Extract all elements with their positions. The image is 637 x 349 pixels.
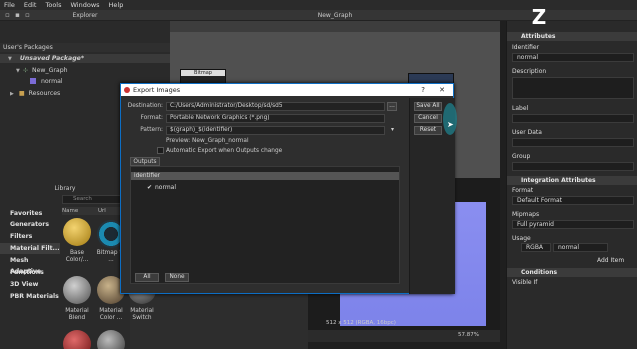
lib-cat-favorites[interactable]: Favorites: [0, 208, 60, 219]
usage-label: Usage: [512, 235, 531, 242]
resolution-text: 512 x 512 (RGBA, 16bpc): [326, 320, 396, 326]
help-button[interactable]: ?: [421, 84, 425, 96]
identifier-field[interactable]: normal: [512, 53, 634, 62]
format-select[interactable]: Default Format: [512, 196, 634, 205]
description-field[interactable]: [512, 77, 634, 99]
group-field[interactable]: [512, 162, 634, 171]
pattern-input[interactable]: $(graph)_$(identifier): [166, 126, 385, 135]
cursor-highlight: [443, 103, 457, 135]
destination-label: Destination:: [127, 103, 163, 109]
format-label: Format:: [140, 115, 163, 121]
lib-cat-pbr-materials[interactable]: PBR Materials: [0, 291, 60, 302]
output-icon: [30, 78, 36, 84]
browse-button[interactable]: …: [387, 102, 397, 111]
auto-export-label: Automatic Export when Outputs change: [166, 148, 283, 154]
outputs-list: identifier ✔ normal All None: [130, 166, 400, 284]
select-none-button[interactable]: None: [165, 273, 189, 282]
usage-type-select[interactable]: normal: [553, 243, 608, 252]
destination-input[interactable]: C:/Users/Administrator/Desktop/sd/sd5: [166, 102, 385, 111]
user-data-label: User Data: [512, 129, 542, 136]
graph-icon: ⊹: [22, 67, 29, 74]
expand-icon[interactable]: ▼: [16, 68, 20, 74]
lib-cat-mesh-adaptive[interactable]: Mesh Adaptive: [0, 255, 60, 275]
material-color-label: Material Color ...: [99, 308, 123, 321]
group-label: Group: [512, 153, 531, 160]
app-icon: [124, 87, 130, 93]
package-row[interactable]: ▼ Unsaved Package*: [0, 54, 170, 63]
folder-icon: ■: [18, 90, 25, 97]
outputs-column-header[interactable]: identifier: [131, 172, 399, 180]
label-field[interactable]: [512, 114, 634, 123]
menu-edit[interactable]: Edit: [24, 1, 37, 9]
close-icon[interactable]: ✕: [439, 84, 445, 96]
attributes-header[interactable]: Attributes: [507, 32, 637, 41]
pattern-label: Pattern:: [140, 127, 163, 133]
graph-toolbar: [170, 21, 500, 32]
visible-if-label: Visible If: [512, 279, 538, 286]
save-all-button[interactable]: Save All: [414, 102, 442, 111]
mipmaps-select[interactable]: Full pyramid: [512, 220, 634, 229]
conditions-header[interactable]: Conditions: [507, 268, 637, 277]
material-red-thumb[interactable]: [63, 330, 91, 349]
graph-row[interactable]: ▼ ⊹ New_Graph: [0, 66, 170, 75]
mipmaps-label: Mipmaps: [512, 211, 540, 218]
library-search-input[interactable]: Search: [62, 195, 128, 204]
2d-view-statusbar: 512 x 512 (RGBA, 16bpc) 57.87%: [308, 320, 500, 342]
attributes-panel: Attributes Identifier normal Description…: [506, 21, 637, 349]
watermark-logo: Z: [531, 5, 547, 29]
add-item-button[interactable]: Add Item: [597, 257, 624, 264]
preview-text: Preview: New_Graph_normal: [166, 138, 249, 144]
packages-header: User's Packages: [0, 43, 170, 52]
description-label: Description: [512, 68, 547, 75]
menu-tools[interactable]: Tools: [45, 1, 61, 9]
output-checkbox-checked[interactable]: ✔: [147, 184, 152, 191]
lib-cat-material-filters[interactable]: Material Filt...: [0, 243, 60, 254]
auto-export-checkbox[interactable]: [157, 147, 164, 154]
base-color-label: Base Color/...: [65, 250, 89, 263]
lib-cat-3d-view[interactable]: 3D View: [0, 279, 60, 290]
menu-help[interactable]: Help: [109, 1, 124, 9]
lib-cat-functions[interactable]: Functions: [0, 267, 60, 278]
explorer-title: Explorer: [72, 12, 98, 19]
dialog-titlebar: Export Images ? ✕: [121, 84, 453, 96]
cancel-button[interactable]: Cancel: [414, 114, 442, 123]
zoom-text[interactable]: 57.87%: [458, 332, 479, 338]
export-images-dialog: Export Images ? ✕ Destination: C:/Users/…: [120, 83, 457, 294]
label-label: Label: [512, 105, 529, 112]
format-label: Format: [512, 187, 534, 194]
lib-cat-filters[interactable]: Filters: [0, 231, 60, 242]
library-panel: Library Search Name Url Favorites Genera…: [0, 178, 130, 349]
usage-channel-select[interactable]: RGBA: [521, 243, 551, 252]
material-blend-label: Material Blend: [65, 308, 89, 321]
integration-header[interactable]: Integration Attributes: [507, 176, 637, 185]
identifier-label: Identifier: [512, 44, 540, 51]
material-switch-label: Material Switch: [130, 308, 154, 321]
collapse-icon[interactable]: ▶: [10, 91, 14, 97]
graph-tab[interactable]: New_Graph: [170, 10, 500, 21]
expand-icon[interactable]: ▼: [8, 56, 12, 62]
library-title: Library: [54, 185, 76, 192]
lib-cat-generators[interactable]: Generators: [0, 219, 60, 230]
material-gray-thumb[interactable]: [97, 330, 125, 349]
mouse-cursor-icon: ➤: [447, 120, 454, 129]
select-all-button[interactable]: All: [135, 273, 159, 282]
menu-file[interactable]: File: [4, 1, 15, 9]
outputs-tab[interactable]: Outputs: [130, 157, 160, 166]
material-blend-thumb[interactable]: [63, 276, 91, 304]
output-item-label: normal: [155, 184, 177, 191]
base-color-thumb[interactable]: [63, 218, 91, 246]
user-data-field[interactable]: [512, 138, 634, 147]
menu-windows[interactable]: Windows: [71, 1, 100, 9]
reset-button[interactable]: Reset: [414, 126, 442, 135]
format-select[interactable]: Portable Network Graphics (*.png): [166, 114, 385, 123]
pattern-dropdown-icon[interactable]: ▾: [391, 126, 394, 133]
